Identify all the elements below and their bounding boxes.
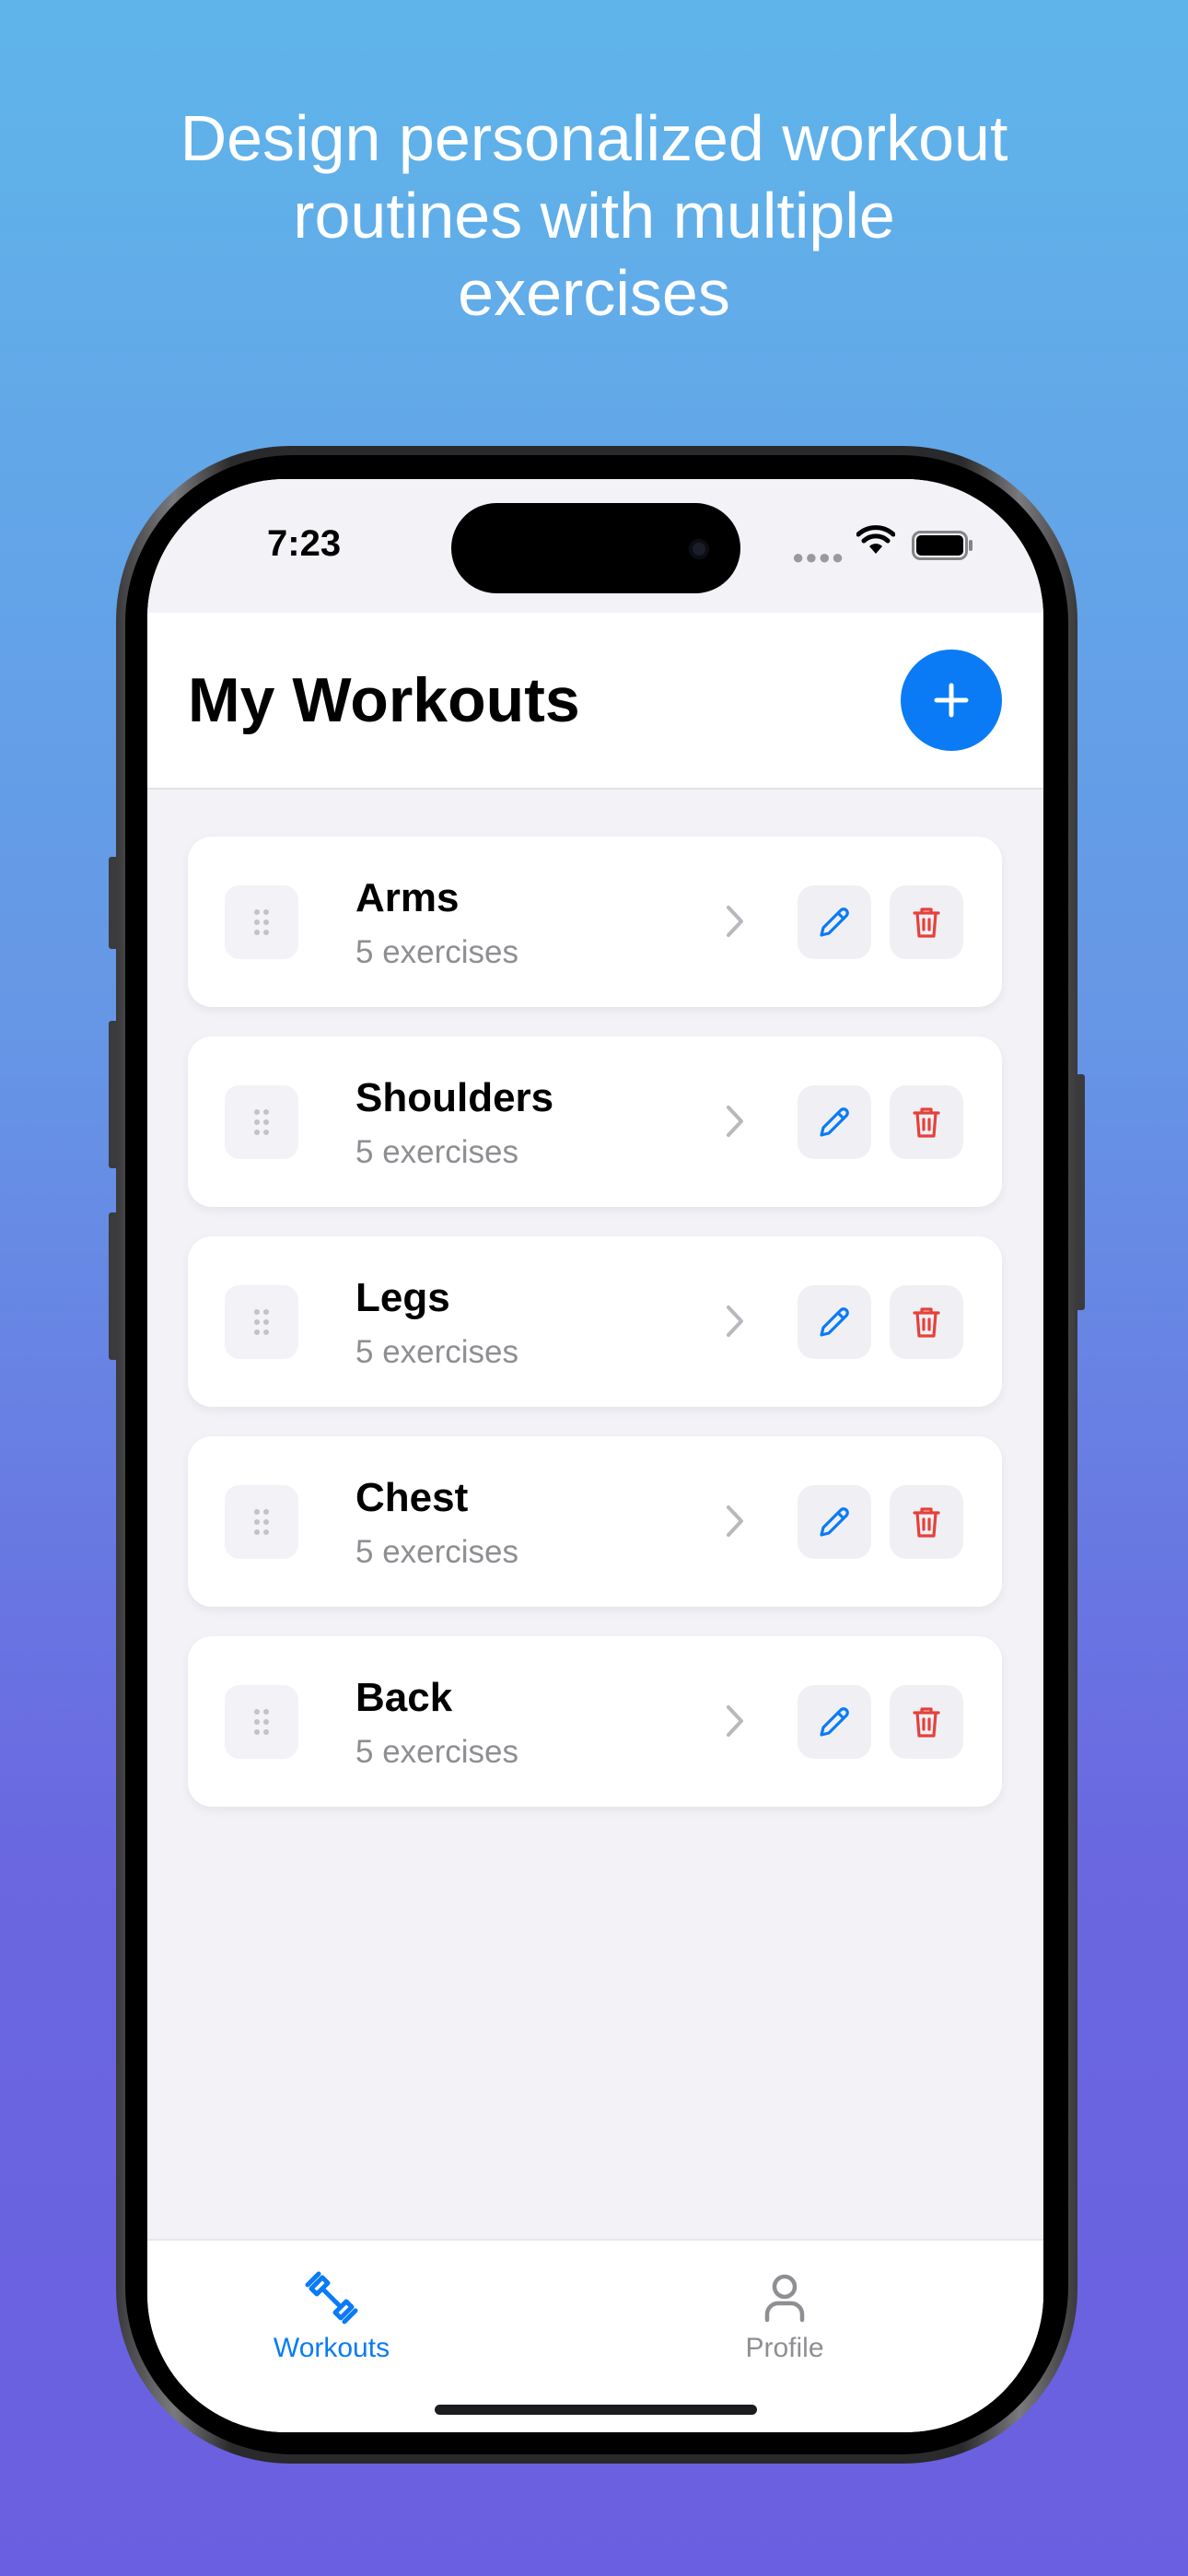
mute-switch <box>109 857 118 949</box>
trash-icon <box>913 907 940 938</box>
workout-card-shoulders[interactable]: Shoulders 5 exercises <box>188 1036 1002 1207</box>
wifi-icon <box>856 525 895 554</box>
grip-dots-icon <box>254 1509 269 1535</box>
chevron-right-icon <box>727 1705 743 1737</box>
drag-handle[interactable] <box>225 1485 298 1559</box>
delete-workout-button[interactable] <box>890 1285 963 1359</box>
volume-down-button <box>109 1212 118 1360</box>
exercise-count: 5 exercises <box>355 1534 519 1570</box>
workout-card-chest[interactable]: Chest 5 exercises <box>188 1436 1002 1607</box>
grip-dots-icon <box>254 909 269 935</box>
grip-dots-icon <box>254 1309 269 1335</box>
workout-card-arms[interactable]: Arms 5 exercises <box>188 837 1002 1007</box>
workout-name: Legs <box>355 1275 450 1320</box>
edit-workout-button[interactable] <box>798 1485 871 1559</box>
power-button <box>1076 1074 1085 1310</box>
drag-handle[interactable] <box>225 885 298 959</box>
edit-workout-button[interactable] <box>798 1285 871 1359</box>
marketing-headline: Design personalized workout routines wit… <box>0 100 1188 332</box>
chevron-right-icon <box>727 1306 743 1337</box>
delete-workout-button[interactable] <box>890 1685 963 1759</box>
workout-name: Shoulders <box>355 1075 554 1120</box>
drag-handle[interactable] <box>225 1685 298 1759</box>
person-icon <box>764 2274 805 2323</box>
chevron-right-icon <box>727 906 743 937</box>
headline-line-3: exercises <box>458 257 730 329</box>
edit-workout-button[interactable] <box>798 1085 871 1159</box>
grip-dots-icon <box>254 1709 269 1735</box>
workout-name: Chest <box>355 1475 469 1520</box>
page-title: My Workouts <box>188 665 580 735</box>
tab-bar: Workouts Profile <box>147 2239 1043 2432</box>
headline-line-1: Design personalized workout <box>180 102 1008 174</box>
phone-screen: 7:23 ●●●● My Workouts Arms 5 exercises S… <box>147 479 1043 2432</box>
grip-dots-icon <box>254 1109 269 1135</box>
trash-icon <box>913 1307 940 1338</box>
edit-workout-button[interactable] <box>798 1685 871 1759</box>
status-time: 7:23 <box>267 523 342 564</box>
drag-handle[interactable] <box>225 1085 298 1159</box>
tab-label: Profile <box>745 2333 824 2363</box>
drag-handle[interactable] <box>225 1285 298 1359</box>
tab-workouts[interactable]: Workouts <box>221 2268 442 2364</box>
pencil-icon <box>820 1507 849 1537</box>
cellular-signal-icon: ●●●● <box>792 545 845 568</box>
delete-workout-button[interactable] <box>890 885 963 959</box>
workout-name: Arms <box>355 875 460 920</box>
workout-list: Arms 5 exercises Shoulders 5 exercises L… <box>188 837 1002 1836</box>
exercise-count: 5 exercises <box>355 1334 519 1370</box>
status-bar: 7:23 ●●●● <box>147 479 1043 613</box>
add-workout-button[interactable] <box>901 650 1002 751</box>
headline-line-2: routines with multiple <box>293 180 895 252</box>
workout-name: Back <box>355 1675 453 1720</box>
pencil-icon <box>820 907 849 937</box>
front-camera-icon <box>689 539 709 559</box>
battery-icon <box>912 531 973 560</box>
dumbbell-icon <box>305 2271 358 2324</box>
delete-workout-button[interactable] <box>890 1485 963 1559</box>
page-header: My Workouts <box>147 613 1043 790</box>
tab-profile[interactable]: Profile <box>674 2268 895 2364</box>
chevron-right-icon <box>727 1106 743 1137</box>
trash-icon <box>913 1107 940 1138</box>
pencil-icon <box>820 1307 849 1337</box>
exercise-count: 5 exercises <box>355 1134 519 1170</box>
chevron-right-icon <box>727 1505 743 1537</box>
workout-card-back[interactable]: Back 5 exercises <box>188 1636 1002 1807</box>
delete-workout-button[interactable] <box>890 1085 963 1159</box>
exercise-count: 5 exercises <box>355 934 519 970</box>
pencil-icon <box>820 1107 849 1137</box>
edit-workout-button[interactable] <box>798 885 871 959</box>
pencil-icon <box>820 1707 849 1737</box>
plus-icon <box>934 683 969 718</box>
dynamic-island <box>451 503 740 593</box>
tab-label: Workouts <box>273 2333 390 2363</box>
trash-icon <box>913 1707 940 1738</box>
trash-icon <box>913 1507 940 1538</box>
home-indicator[interactable] <box>435 2405 757 2415</box>
exercise-count: 5 exercises <box>355 1734 519 1770</box>
workout-card-legs[interactable]: Legs 5 exercises <box>188 1236 1002 1407</box>
volume-up-button <box>109 1021 118 1168</box>
